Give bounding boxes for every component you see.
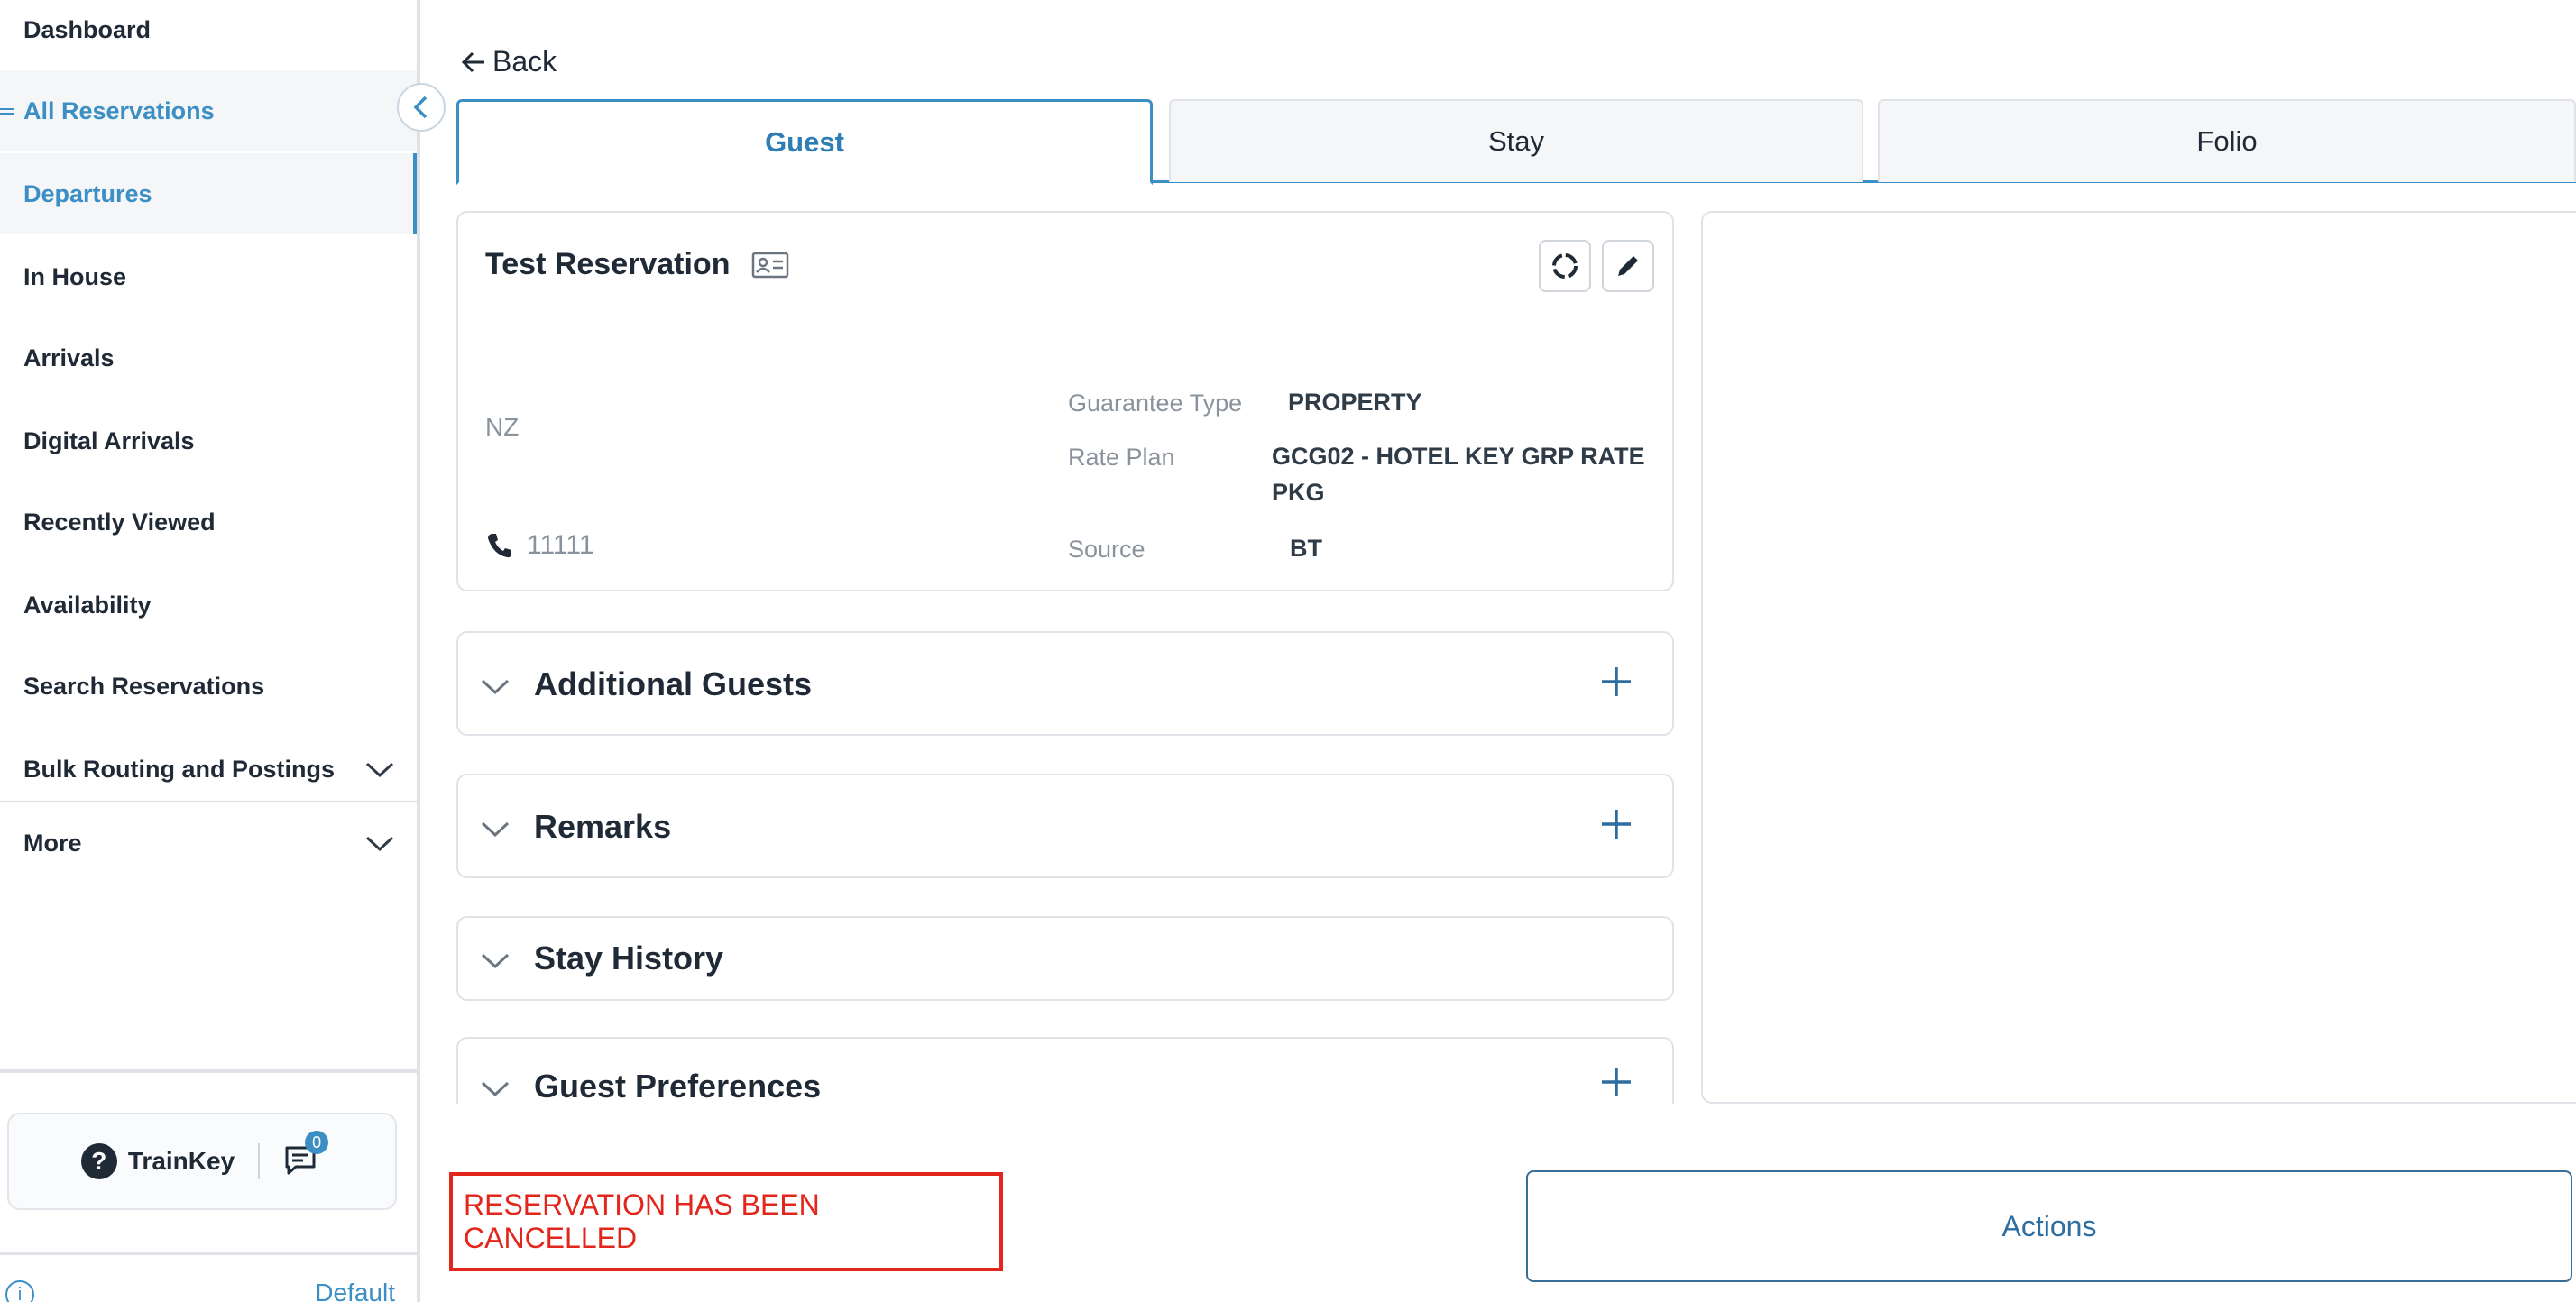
sidebar-item-availability[interactable]: Availability <box>0 564 417 646</box>
trainkey-card: ? TrainKey 0 <box>7 1113 397 1210</box>
chevron-down-icon <box>481 679 510 695</box>
details-panel <box>1701 211 2576 1104</box>
info-icon[interactable]: i <box>5 1280 34 1302</box>
collapse-sidebar-button[interactable] <box>397 83 446 132</box>
tab-guest[interactable]: Guest <box>456 99 1153 185</box>
sidebar-item-dashboard[interactable]: Dashboard <box>0 0 417 70</box>
sidebar-item-departures[interactable]: Departures <box>0 153 417 234</box>
guarantee-type-label: Guarantee Type <box>1068 390 1243 417</box>
rate-plan-value: GCG02 - HOTEL KEY GRP RATE PKG <box>1272 443 1645 506</box>
guest-name-text: Test Reservation <box>485 247 731 281</box>
edit-button[interactable] <box>1602 240 1654 292</box>
guest-summary-card: Test Reservation NZ 11111 Guarantee Type… <box>456 211 1674 591</box>
sidebar-divider <box>0 1252 417 1255</box>
chevron-left-icon <box>413 96 428 119</box>
tab-label: Folio <box>2196 125 2258 157</box>
sidebar-item-label: Departures <box>23 179 152 207</box>
back-label: Back <box>492 45 557 78</box>
source-value: BT <box>1290 535 1322 562</box>
sidebar-item-digital-arrivals[interactable]: Digital Arrivals <box>0 400 417 481</box>
tab-stay[interactable]: Stay <box>1169 99 1863 182</box>
tab-label: Guest <box>765 125 844 158</box>
sidebar-item-label: In House <box>23 262 127 290</box>
app-root: Dashboard All Reservations Departures In… <box>0 0 2576 1302</box>
plus-icon[interactable] <box>1598 1064 1634 1100</box>
sidebar-item-label: Arrivals <box>23 344 115 371</box>
actions-button[interactable]: Actions <box>1526 1170 2572 1282</box>
sidebar-item-label: Search Reservations <box>23 672 265 700</box>
default-link[interactable]: Default <box>315 1279 395 1302</box>
sidebar-item-arrivals[interactable]: Arrivals <box>0 317 417 399</box>
guest-preferences-section[interactable]: Guest Preferences <box>456 1037 1674 1105</box>
phone-icon <box>488 534 511 558</box>
sidebar-item-all-reservations[interactable]: All Reservations <box>0 70 417 151</box>
chevron-down-icon <box>481 821 510 838</box>
tab-label: Stay <box>1487 125 1545 157</box>
sidebar-item-recently-viewed[interactable]: Recently Viewed <box>0 481 417 563</box>
plus-icon[interactable] <box>1598 664 1634 700</box>
chevron-down-icon <box>365 836 394 852</box>
sidebar-item-search-reservations[interactable]: Search Reservations <box>0 646 417 727</box>
arrow-left-icon <box>461 51 484 72</box>
sidebar-item-label: Availability <box>23 591 152 619</box>
sidebar-item-label: All Reservations <box>23 96 215 124</box>
guarantee-type-value: PROPERTY <box>1288 389 1422 416</box>
sidebar-item-label: Digital Arrivals <box>23 426 195 454</box>
chevron-down-icon <box>481 953 510 969</box>
sidebar-item-in-house[interactable]: In House <box>0 236 417 317</box>
chevron-down-icon <box>481 1081 510 1097</box>
sidebar-item-bulk-routing[interactable]: Bulk Routing and Postings <box>0 729 417 810</box>
trainkey-label[interactable]: TrainKey <box>128 1147 235 1176</box>
separator <box>258 1143 261 1179</box>
guest-name: Test Reservation <box>485 247 789 282</box>
guest-country: NZ <box>485 413 520 441</box>
back-button[interactable]: Back <box>460 45 557 78</box>
sidebar-item-more[interactable]: More <box>0 802 417 884</box>
sidebar-divider <box>0 1069 417 1073</box>
help-icon[interactable]: ? <box>80 1143 117 1179</box>
rate-plan-label: Rate Plan <box>1068 444 1175 471</box>
plus-icon[interactable] <box>1598 806 1634 842</box>
chevron-down-icon <box>365 762 394 778</box>
menu-lines-icon <box>0 107 14 115</box>
cancelled-status-message: RESERVATION HAS BEEN CANCELLED <box>449 1172 1003 1271</box>
section-title: Remarks <box>534 808 672 845</box>
message-count-badge: 0 <box>305 1131 329 1154</box>
sidebar-item-label: Recently Viewed <box>23 508 216 536</box>
tab-folio[interactable]: Folio <box>1878 99 2576 182</box>
section-title: Stay History <box>534 940 724 976</box>
messages-button[interactable]: 0 <box>283 1131 329 1179</box>
section-title: Additional Guests <box>534 665 813 702</box>
stay-history-section[interactable]: Stay History <box>456 916 1674 1001</box>
additional-guests-section[interactable]: Additional Guests <box>456 631 1674 736</box>
pencil-icon <box>1618 256 1638 276</box>
refresh-button[interactable] <box>1539 240 1591 292</box>
sidebar-item-label: More <box>23 829 82 857</box>
id-card-icon[interactable] <box>751 252 789 279</box>
loading-circle-icon <box>1552 253 1578 279</box>
remarks-section[interactable]: Remarks <box>456 774 1674 878</box>
sidebar: Dashboard All Reservations Departures In… <box>0 0 420 1302</box>
sidebar-item-label: Bulk Routing and Postings <box>23 755 335 783</box>
guest-phone-text: 11111 <box>527 530 594 560</box>
section-title: Guest Preferences <box>534 1068 822 1105</box>
source-label: Source <box>1068 536 1145 563</box>
sidebar-item-label: Dashboard <box>23 15 152 43</box>
guest-phone: 11111 <box>485 530 594 561</box>
